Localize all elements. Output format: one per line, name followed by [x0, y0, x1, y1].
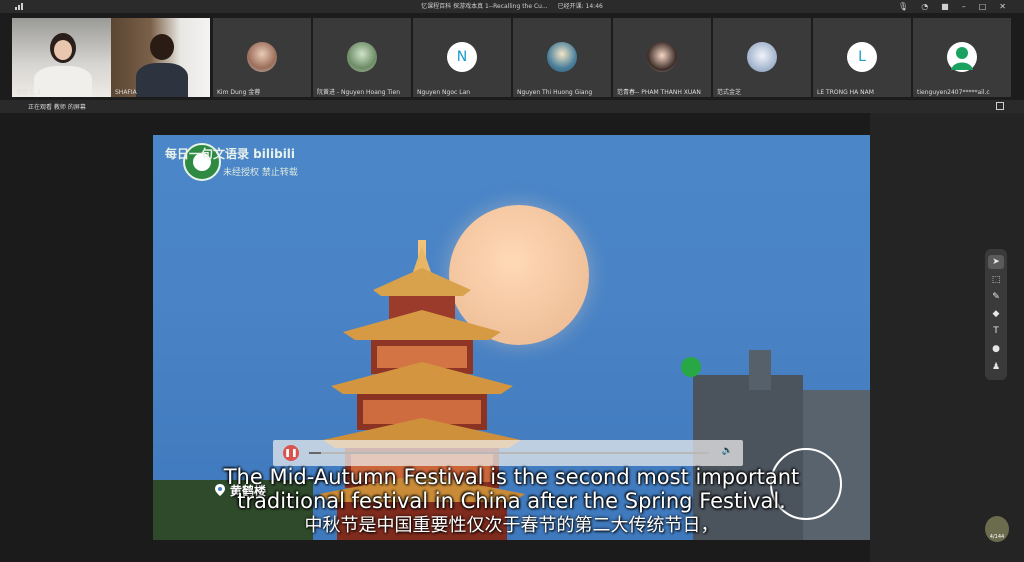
participant-name: 范青春-- PHAM THANH XUAN — [617, 89, 701, 96]
page-counter-badge[interactable]: 4/144 — [985, 516, 1009, 542]
profile-photo-icon — [747, 42, 777, 72]
speaker-icon[interactable]: ◔ — [921, 2, 928, 11]
participant-name: 范式金芝 — [717, 89, 742, 96]
microphone-icon[interactable]: 🎙 — [898, 2, 908, 11]
participant-name: Nguyen Thi Huong Giang — [517, 89, 593, 96]
title-bar-controls: 🎙 ◔ ■ – □ ✕ — [898, 2, 1006, 11]
participant-tile[interactable]: Kim Dung 金蓉 — [213, 18, 311, 97]
participant-name: SHAFIA — [115, 89, 137, 96]
profile-photo-icon — [247, 42, 277, 72]
participant-name: tienguyen2407*****ail.c — [917, 89, 990, 96]
page-counter: 4/144 — [989, 534, 1005, 540]
letter-avatar: L — [847, 42, 877, 72]
green-marker-dot — [681, 357, 701, 377]
subtitle-chinese: 中秋节是中国重要性仅次于春节的第二大传统节日， — [304, 515, 719, 536]
participant-name: 谈佳 (...) — [16, 89, 41, 96]
participant-strip: 谈佳 (...) SHAFIA Kim Dung 金蓉 阮黄进 - Nguyen… — [0, 18, 1024, 97]
profile-photo-icon — [647, 42, 677, 72]
participant-tile[interactable]: L LE TRONG HA NAM — [813, 18, 911, 97]
subtitle-english-line-1: The Mid-Autumn Festival is the second mo… — [223, 465, 800, 489]
screen-share-bar: 正在观看 教师 的屏幕 — [0, 100, 1024, 113]
participant-tile[interactable]: 范青春-- PHAM THANH XUAN — [613, 18, 711, 97]
profile-photo-icon — [547, 42, 577, 72]
user-silhouette-icon — [947, 42, 977, 72]
participant-tile[interactable]: Nguyen Thi Huong Giang — [513, 18, 611, 97]
video-player[interactable]: 每日一句文语录 bilibili 未经授权 禁止转载 ❚❚ 🔈 黄鹤楼 The … — [153, 135, 870, 540]
share-status-label: 正在观看 教师 的屏幕 — [28, 104, 86, 111]
participant-name: Kim Dung 金蓉 — [217, 89, 261, 96]
letter-avatar: N — [447, 42, 477, 72]
progress-bar[interactable] — [309, 452, 709, 454]
pause-button[interactable]: ❚❚ — [283, 445, 299, 461]
cursor-icon[interactable]: ➤ — [988, 255, 1004, 269]
window-title: 忆课程百科 探游戏本真 1--Recalling the Cu... 已经开课:… — [0, 1, 1024, 10]
fullscreen-icon[interactable] — [996, 102, 1004, 110]
participant-tile[interactable]: 范式金芝 — [713, 18, 811, 97]
copyright-notice: 未经授权 禁止转载 — [223, 168, 298, 178]
text-icon[interactable]: T — [988, 324, 1004, 338]
participant-tile[interactable]: 谈佳 (...) — [12, 18, 111, 97]
profile-photo-icon — [347, 42, 377, 72]
close-icon[interactable]: ✕ — [999, 2, 1006, 11]
eraser-icon[interactable]: ◆ — [988, 307, 1004, 321]
annotation-toolbar: ➤ ⬚ ✎ ◆ T ● ♟ — [985, 249, 1007, 380]
comment-icon[interactable]: ● — [988, 342, 1004, 356]
participant-name: 阮黄进 - Nguyen Hoang Tien — [317, 89, 401, 96]
pen-icon[interactable]: ✎ — [988, 290, 1004, 304]
meeting-app: 忆课程百科 探游戏本真 1--Recalling the Cu... 已经开课:… — [0, 0, 1024, 562]
volume-icon[interactable]: 🔈 — [722, 446, 733, 456]
subtitle-english-line-2: traditional festival in China after the … — [237, 489, 786, 513]
player-controls: ❚❚ 🔈 — [273, 440, 743, 466]
minimize-icon[interactable]: – — [962, 2, 966, 11]
title-bar: 忆课程百科 探游戏本真 1--Recalling the Cu... 已经开课:… — [0, 0, 1024, 13]
participant-tile[interactable]: 阮黄进 - Nguyen Hoang Tien — [313, 18, 411, 97]
participant-video — [150, 34, 174, 60]
members-icon[interactable]: ♟ — [988, 360, 1004, 374]
select-icon[interactable]: ⬚ — [988, 273, 1004, 287]
participant-name: Nguyen Ngoc Lan — [417, 89, 471, 96]
participant-tile[interactable]: tienguyen2407*****ail.c — [913, 18, 1011, 97]
class-timer: 已经开课: 14:46 — [557, 3, 603, 10]
meeting-title: 忆课程百科 探游戏本真 1--Recalling the Cu... — [421, 3, 548, 10]
participant-tile[interactable]: N Nguyen Ngoc Lan — [413, 18, 511, 97]
participant-tile[interactable]: SHAFIA — [111, 18, 210, 97]
participant-name: LE TRONG HA NAM — [817, 89, 874, 96]
camera-icon[interactable]: ■ — [941, 2, 949, 11]
channel-watermark: 每日一句文语录 bilibili — [165, 147, 296, 161]
progress-fill — [309, 452, 321, 454]
maximize-icon[interactable]: □ — [979, 2, 987, 11]
